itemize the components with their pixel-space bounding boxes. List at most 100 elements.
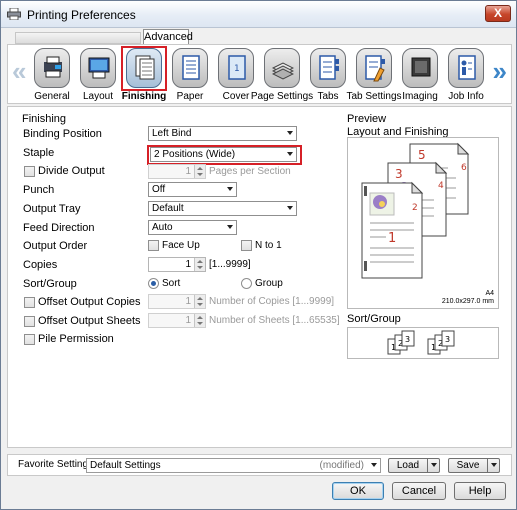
chevron-down-icon [371, 463, 377, 467]
favorite-setting-select[interactable]: Default Settings (modified) [86, 458, 381, 473]
face-up-checkbox[interactable] [148, 240, 159, 251]
divide-output-spinner[interactable]: 1 [148, 164, 206, 179]
copies-spinner[interactable]: 1 [148, 257, 206, 272]
spin-arrows-icon[interactable] [194, 314, 205, 327]
offset-copies-label: Offset Output Copies [38, 296, 141, 308]
offset-sheets-hint: Number of Sheets [1...65535] [209, 315, 340, 326]
divide-output-label: Divide Output [38, 165, 105, 177]
binding-position-label: Binding Position [23, 128, 102, 140]
preview-group-title: Preview [347, 113, 387, 125]
stack-number: 3 [445, 335, 450, 344]
staple-label: Staple [23, 147, 55, 159]
selected-outline [121, 46, 167, 91]
divide-output-checkbox[interactable] [24, 166, 35, 177]
page-number: 1 [388, 231, 396, 246]
punch-label: Punch [23, 184, 55, 196]
tool-job-info[interactable]: Job Info [442, 48, 490, 104]
offset-sheets-value: 1 [185, 315, 191, 326]
binding-position-select[interactable]: Left Bind [148, 126, 297, 141]
tab-advanced[interactable]: Advanced [143, 29, 193, 45]
preview-image: 5 6 3 4 1 2 A4 210.0x297.0 mm [347, 137, 499, 309]
offset-copies-hint: Number of Copies [1...9999] [209, 296, 335, 307]
paper-dimensions: 210.0x297.0 mm [441, 298, 494, 305]
paper-icon [172, 48, 208, 88]
output-tray-select[interactable]: Default [148, 201, 297, 216]
svg-text:1: 1 [234, 64, 240, 74]
window-title: Printing Preferences [27, 8, 136, 22]
copies-range: [1...9999] [209, 259, 251, 270]
staple-highlight [147, 145, 302, 165]
sort-radio[interactable] [148, 278, 159, 289]
close-button[interactable]: X [485, 5, 511, 22]
feed-direction-value: Auto [152, 222, 173, 233]
output-tray-label: Output Tray [23, 203, 81, 215]
n-to-1-checkbox[interactable] [241, 240, 252, 251]
pile-permission-label: Pile Permission [38, 333, 114, 345]
save-label: Save [456, 460, 480, 471]
finishing-panel: Finishing Binding Position Left Bind Sta… [7, 106, 512, 448]
chevron-down-icon [227, 187, 233, 191]
face-up-label: Face Up [162, 240, 200, 251]
sort-group-preview-title: Sort/Group [347, 313, 401, 325]
page-number: 2 [412, 203, 418, 213]
sort-group-label: Sort/Group [23, 278, 77, 290]
spin-arrows-icon[interactable] [194, 165, 205, 178]
printer-icon [7, 8, 21, 20]
chevron-down-icon [287, 131, 293, 135]
group-radio-label: Group [255, 278, 283, 289]
pile-permission-checkbox[interactable] [24, 334, 35, 345]
page-settings-icon [264, 48, 300, 88]
divide-output-hint: Pages per Section [209, 166, 291, 177]
punch-value: Off [152, 184, 166, 195]
offset-copies-spinner[interactable]: 1 [148, 294, 206, 309]
group-radio[interactable] [241, 278, 252, 289]
favorite-setting-label: Favorite Setting [18, 459, 89, 470]
cover-icon: 1 [218, 48, 254, 88]
stack-number: 3 [405, 335, 410, 344]
page-number: 3 [395, 167, 403, 181]
chevron-down-icon[interactable] [427, 459, 439, 472]
copies-label: Copies [23, 259, 58, 271]
job-info-icon [448, 48, 484, 88]
offset-copies-checkbox[interactable] [24, 297, 35, 308]
page-number: 4 [438, 181, 444, 191]
divide-output-value: 1 [185, 166, 191, 177]
spin-arrows-icon[interactable] [194, 295, 205, 308]
favorite-setting-bar: Favorite Setting Default Settings (modif… [7, 454, 512, 476]
title-bar: Printing Preferences X [1, 1, 516, 28]
scroll-left-icon[interactable]: « [12, 58, 26, 84]
sort-stacks-icon: 1 2 3 1 2 3 [387, 330, 455, 355]
page-number: 6 [461, 163, 467, 173]
offset-sheets-label: Offset Output Sheets [38, 315, 141, 327]
general-icon [34, 48, 70, 88]
sort-group-preview: 1 2 3 1 2 3 [347, 327, 499, 359]
n-to-1-label: N to 1 [255, 240, 282, 251]
close-icon: X [493, 6, 502, 20]
spin-arrows-icon[interactable] [194, 258, 205, 271]
offset-sheets-spinner[interactable]: 1 [148, 313, 206, 328]
tab-strip [15, 32, 141, 44]
chevron-down-icon [227, 225, 233, 229]
printing-preferences-window: Printing Preferences X Advanced « Genera… [0, 0, 517, 510]
load-button[interactable]: Load [388, 458, 440, 473]
punch-select[interactable]: Off [148, 182, 237, 197]
page-number: 5 [418, 148, 426, 162]
cancel-button[interactable]: Cancel [392, 482, 446, 500]
chevron-down-icon[interactable] [487, 459, 499, 472]
offset-sheets-checkbox[interactable] [24, 316, 35, 327]
category-toolbar: « General Layout Finishing Paper 1 Cover… [7, 44, 512, 104]
tool-label: Job Info [448, 91, 484, 102]
imaging-icon [402, 48, 438, 88]
finishing-group-title: Finishing [22, 113, 67, 125]
tabs-icon [310, 48, 346, 88]
load-label: Load [396, 460, 420, 471]
ok-button[interactable]: OK [332, 482, 384, 500]
feed-direction-select[interactable]: Auto [148, 220, 237, 235]
help-button[interactable]: Help [454, 482, 506, 500]
save-button[interactable]: Save [448, 458, 500, 473]
scroll-right-icon[interactable]: » [493, 58, 507, 84]
tab-settings-icon [356, 48, 392, 88]
offset-copies-value: 1 [185, 296, 191, 307]
output-tray-value: Default [152, 203, 184, 214]
paper-size: A4 [485, 290, 494, 297]
